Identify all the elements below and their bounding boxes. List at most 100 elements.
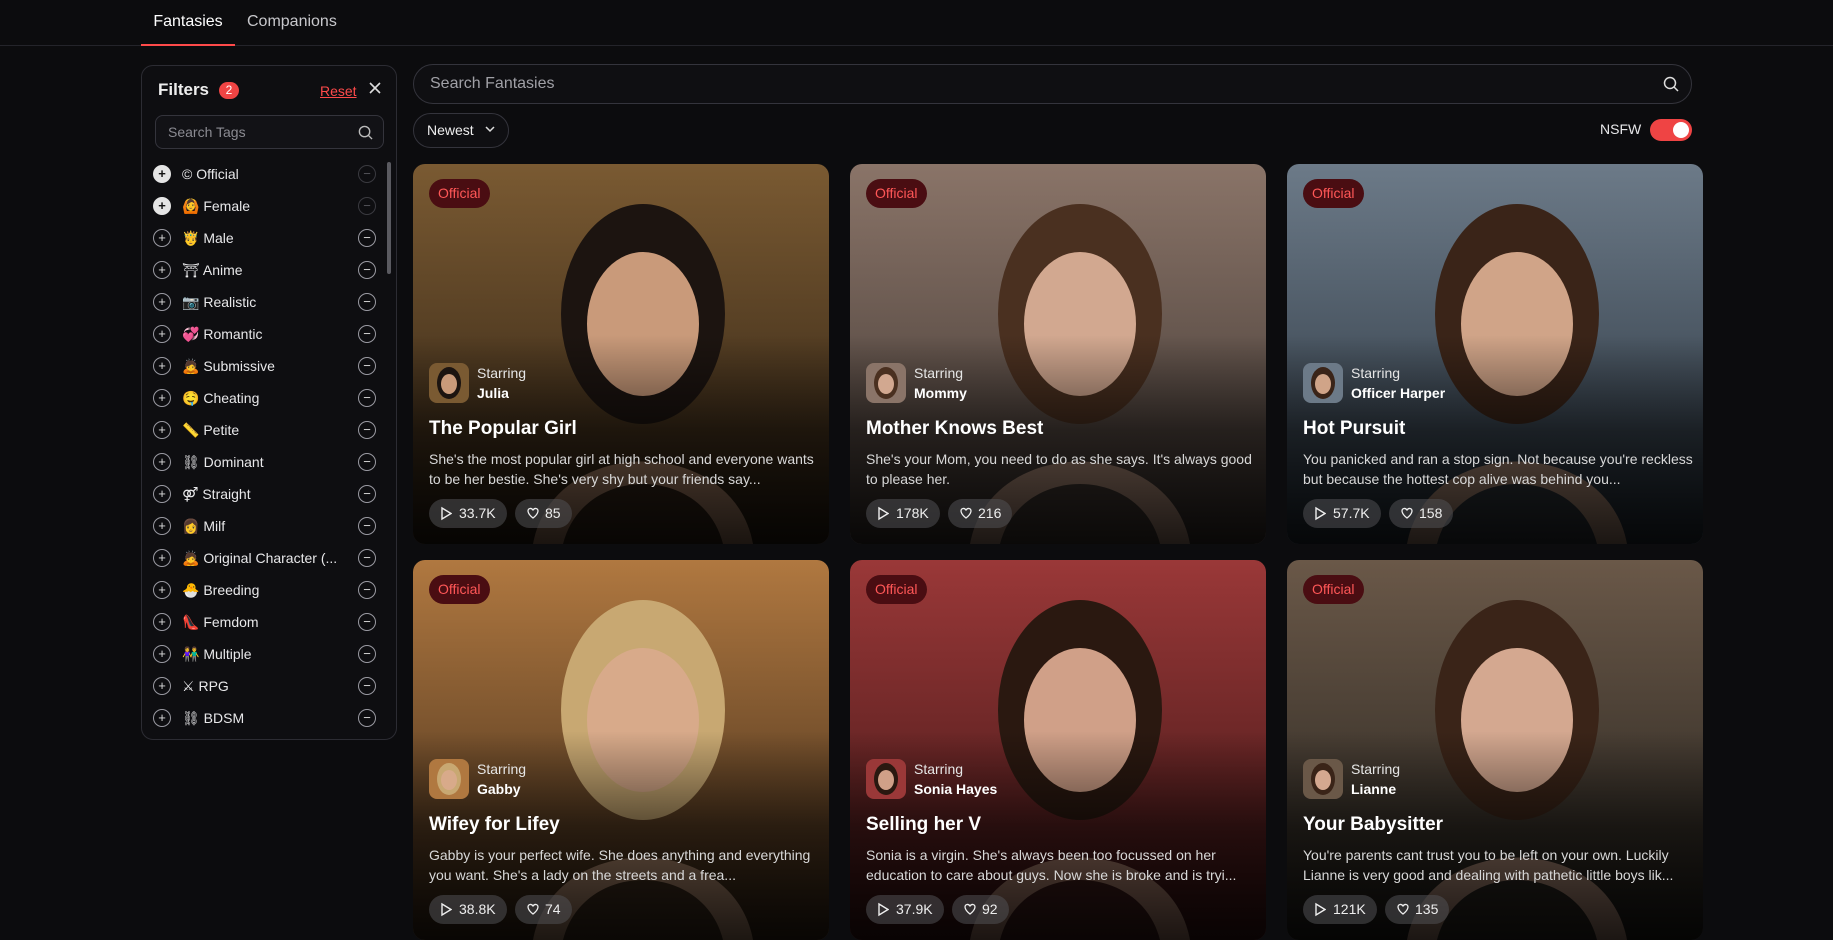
tag-emoji-icon: ⛓ xyxy=(182,454,200,470)
tab-fantasies[interactable]: Fantasies xyxy=(141,0,235,46)
exclude-tag-button[interactable]: − xyxy=(358,453,376,471)
like-count[interactable]: 92 xyxy=(952,895,1009,924)
tag-emoji-icon: 🙇 xyxy=(182,550,200,566)
include-tag-button[interactable]: + xyxy=(153,645,171,663)
search-icon[interactable] xyxy=(1663,76,1679,97)
tag-row: + ⛓ BDSM − xyxy=(142,702,382,734)
tag-label: 📷 Realistic xyxy=(182,286,342,318)
tag-row: + 👠 Femdom − xyxy=(142,606,382,638)
exclude-tag-button[interactable]: − xyxy=(358,709,376,727)
include-tag-button[interactable]: + xyxy=(153,421,171,439)
starring-label: Starring xyxy=(914,761,964,777)
exclude-tag-button[interactable]: − xyxy=(358,677,376,695)
official-badge: Official xyxy=(429,575,490,604)
tag-label: ⚔ RPG xyxy=(182,670,342,702)
tag-name: Dominant xyxy=(203,454,264,470)
tag-label: 👩 Milf xyxy=(182,510,342,542)
include-tag-button[interactable]: + xyxy=(153,229,171,247)
fantasy-search-box xyxy=(413,64,1692,104)
tag-list-scrollbar[interactable] xyxy=(387,162,391,274)
exclude-tag-button[interactable]: − xyxy=(358,197,376,215)
exclude-tag-button[interactable]: − xyxy=(358,581,376,599)
fantasy-card[interactable]: Official Starring Mommy Mother Knows Best Sh… xyxy=(850,164,1266,544)
fantasy-card[interactable]: Official Starring Julia The Popular Girl She… xyxy=(413,164,829,544)
exclude-tag-button[interactable]: − xyxy=(358,517,376,535)
reset-filters-link[interactable]: Reset xyxy=(320,83,357,99)
include-tag-button[interactable]: + xyxy=(153,357,171,375)
include-tag-button[interactable]: + xyxy=(153,677,171,695)
include-tag-button[interactable]: + xyxy=(153,517,171,535)
include-tag-button[interactable]: + xyxy=(153,293,171,311)
exclude-tag-button[interactable]: − xyxy=(358,293,376,311)
star-name: Mommy xyxy=(914,385,967,401)
include-tag-button[interactable]: + xyxy=(153,581,171,599)
card-description: You panicked and ran a stop sign. Not be… xyxy=(1303,451,1693,487)
fantasy-card[interactable]: Official Starring Lianne Your Babysitter You… xyxy=(1287,560,1703,940)
tag-label: 👠 Femdom xyxy=(182,606,342,638)
heart-icon xyxy=(959,499,973,538)
like-count[interactable]: 74 xyxy=(515,895,572,924)
exclude-tag-button[interactable]: − xyxy=(358,613,376,631)
exclude-tag-button[interactable]: − xyxy=(358,389,376,407)
play-count: 57.7K xyxy=(1303,499,1381,528)
like-count[interactable]: 135 xyxy=(1385,895,1450,924)
include-tag-button[interactable]: + xyxy=(153,325,171,343)
tag-emoji-icon: 👫 xyxy=(182,646,200,662)
card-title: Your Babysitter xyxy=(1303,814,1444,835)
fantasy-card[interactable]: Official Starring Sonia Hayes Selling her V… xyxy=(850,560,1266,940)
include-tag-button[interactable]: + xyxy=(153,165,171,183)
nsfw-label: NSFW xyxy=(1600,121,1642,137)
exclude-tag-button[interactable]: − xyxy=(358,421,376,439)
like-count[interactable]: 158 xyxy=(1389,499,1454,528)
tab-companions[interactable]: Companions xyxy=(247,0,337,46)
tag-search-input[interactable] xyxy=(168,116,348,148)
include-tag-button[interactable]: + xyxy=(153,453,171,471)
tag-row: + 💞 Romantic − xyxy=(142,318,382,350)
tag-row: + 🙇 Original Character (... − xyxy=(142,542,382,574)
nsfw-toggle[interactable] xyxy=(1650,119,1692,141)
include-tag-button[interactable]: + xyxy=(153,613,171,631)
exclude-tag-button[interactable]: − xyxy=(358,549,376,567)
tag-name: Multiple xyxy=(203,646,252,662)
tag-emoji-icon: 🙇 xyxy=(182,358,200,374)
like-count-value: 158 xyxy=(1419,505,1443,521)
exclude-tag-button[interactable]: − xyxy=(358,357,376,375)
like-count[interactable]: 216 xyxy=(948,499,1013,528)
avatar xyxy=(429,759,469,799)
include-tag-button[interactable]: + xyxy=(153,389,171,407)
include-tag-button[interactable]: + xyxy=(153,197,171,215)
star-name: Officer Harper xyxy=(1351,385,1446,401)
tag-emoji-icon: ⚔ xyxy=(182,678,195,694)
like-count-value: 135 xyxy=(1415,901,1439,917)
like-count-value: 74 xyxy=(545,901,561,917)
include-tag-button[interactable]: + xyxy=(153,261,171,279)
include-tag-button[interactable]: + xyxy=(153,709,171,727)
exclude-tag-button[interactable]: − xyxy=(358,485,376,503)
play-icon xyxy=(440,895,453,934)
exclude-tag-button[interactable]: − xyxy=(358,645,376,663)
tag-emoji-icon: 🐣 xyxy=(182,582,200,598)
fantasy-card[interactable]: Official Starring Officer Harper Hot Pursui… xyxy=(1287,164,1703,544)
card-title: Selling her V xyxy=(866,814,982,835)
heart-icon xyxy=(1400,499,1414,538)
exclude-tag-button[interactable]: − xyxy=(358,325,376,343)
play-icon xyxy=(440,499,453,538)
tag-emoji-icon: 🙆 xyxy=(182,198,200,214)
like-count[interactable]: 85 xyxy=(515,499,572,528)
close-icon[interactable] xyxy=(368,79,382,100)
tag-label: 🐣 Breeding xyxy=(182,574,342,606)
play-count: 38.8K xyxy=(429,895,507,924)
include-tag-button[interactable]: + xyxy=(153,549,171,567)
play-count-value: 38.8K xyxy=(459,901,496,917)
fantasy-card[interactable]: Official Starring Gabby Wifey for Lifey Gabb… xyxy=(413,560,829,940)
include-tag-button[interactable]: + xyxy=(153,485,171,503)
tag-name: Submissive xyxy=(203,358,275,374)
fantasy-search-input[interactable] xyxy=(430,65,1630,103)
tag-name: RPG xyxy=(198,678,229,694)
sort-dropdown[interactable]: Newest xyxy=(413,113,509,148)
exclude-tag-button[interactable]: − xyxy=(358,261,376,279)
exclude-tag-button[interactable]: − xyxy=(358,165,376,183)
starring-label: Starring xyxy=(477,761,527,777)
exclude-tag-button[interactable]: − xyxy=(358,229,376,247)
search-icon[interactable] xyxy=(358,125,373,145)
